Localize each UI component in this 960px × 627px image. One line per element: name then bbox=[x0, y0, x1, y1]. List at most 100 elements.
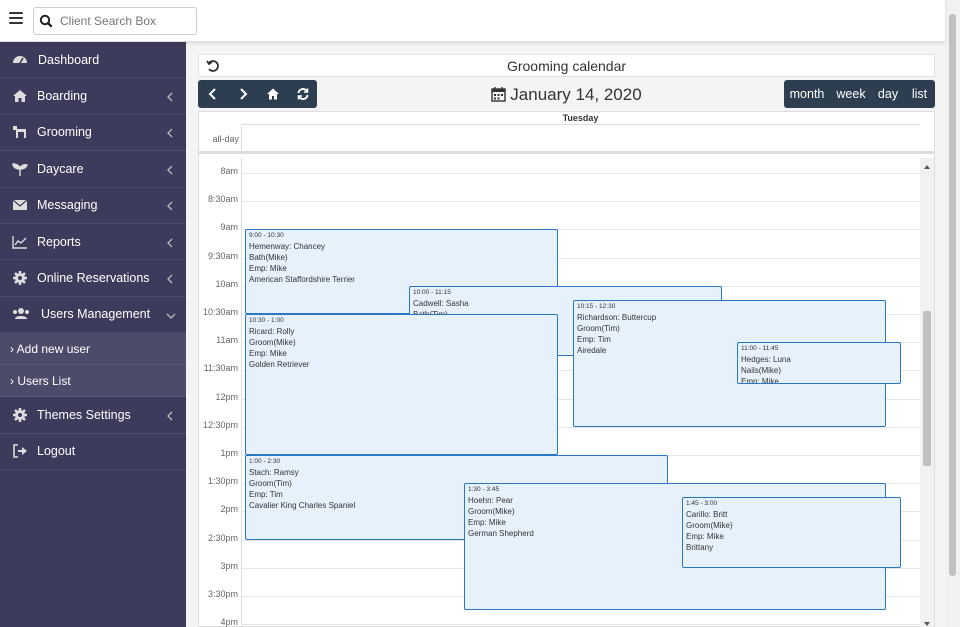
event-detail-line: American Staffordshire Terrier bbox=[249, 275, 355, 285]
client-search-input[interactable] bbox=[60, 11, 194, 31]
time-grid[interactable]: 8am 8:30am 9am 9:30am 10am 10:30am 11am 11:30am… bbox=[199, 158, 934, 627]
view-month-button[interactable]: month bbox=[784, 80, 830, 108]
chevron-left-icon bbox=[166, 410, 174, 421]
sidebar-item-dashboard[interactable]: Dashboard bbox=[0, 42, 186, 79]
home-icon bbox=[12, 88, 28, 104]
event-detail-line: Emp: Mike bbox=[741, 377, 779, 385]
calendar-scrollbar-thumb[interactable] bbox=[923, 311, 931, 466]
event-detail-line: Richardson: Buttercup bbox=[577, 312, 657, 322]
calendar-icon bbox=[491, 86, 506, 102]
sidebar-item-grooming[interactable]: Grooming bbox=[0, 115, 186, 152]
sprout-icon bbox=[12, 161, 28, 177]
page-scrollbar[interactable] bbox=[945, 0, 960, 627]
chevron-left-icon bbox=[166, 237, 174, 248]
sidebar-item-label: Online Reservations bbox=[37, 271, 150, 286]
event-detail-line: Ricard: Rolly bbox=[249, 327, 295, 336]
time-slot-line bbox=[241, 624, 920, 626]
event-detail-line: Hedges: Luna bbox=[741, 355, 791, 365]
sidebar-item-label: Messaging bbox=[37, 198, 98, 213]
scroll-up-arrow-icon[interactable] bbox=[923, 160, 931, 169]
scroll-down-arrow-icon[interactable] bbox=[923, 617, 931, 626]
time-slot-line bbox=[241, 201, 920, 203]
calendar-toolbar: January 14, 2020 month week day list bbox=[198, 80, 935, 110]
page-scrollbar-thumb[interactable] bbox=[949, 14, 956, 576]
time-slot-label: 10am bbox=[215, 278, 238, 289]
sidebar-item-label: Daycare bbox=[37, 161, 84, 176]
top-bar bbox=[0, 0, 945, 42]
users-icon bbox=[12, 306, 29, 322]
sidebar-item-label: Themes Settings bbox=[37, 407, 131, 422]
sidebar-item-reports[interactable]: Reports bbox=[0, 224, 186, 261]
calendar-title-bar: Grooming calendar bbox=[198, 54, 935, 77]
event-time: 10:00 - 11:15 bbox=[413, 288, 451, 296]
allday-label: all-day bbox=[212, 134, 239, 144]
sidebar-subitem-add-new-user[interactable]: › Add new user bbox=[0, 333, 186, 366]
client-search-box[interactable] bbox=[33, 7, 197, 35]
sidebar-item-themes-settings[interactable]: Themes Settings bbox=[0, 397, 186, 434]
event-detail-line: Groom(Tim) bbox=[577, 323, 620, 333]
time-slot-line bbox=[241, 173, 920, 174]
sidebar-item-label: Boarding bbox=[37, 89, 88, 104]
sidebar-item-online-reservations[interactable]: Online Reservations bbox=[0, 260, 186, 297]
event-time: 10:30 - 1:00 bbox=[249, 317, 284, 324]
event-detail-line: Emp: Mike bbox=[686, 532, 724, 542]
time-slot-label: 8:30am bbox=[207, 194, 238, 205]
menu-toggle-icon[interactable] bbox=[9, 12, 23, 26]
event-detail-line: Carillo: Britt bbox=[686, 510, 728, 520]
event-time: 9:00 - 10:30 bbox=[249, 232, 284, 240]
view-day-button[interactable]: day bbox=[872, 80, 904, 108]
time-axis-divider bbox=[241, 158, 242, 627]
event-detail-line: Emp: Mike bbox=[249, 264, 287, 274]
chevron-left-icon bbox=[166, 164, 174, 175]
calendar-view-buttons: month week day list bbox=[784, 80, 935, 108]
sidebar-item-messaging[interactable]: Messaging bbox=[0, 188, 186, 224]
gear-icon bbox=[12, 270, 28, 286]
event-detail-line: Hemenway: Chancey bbox=[249, 242, 326, 252]
chevron-left-icon bbox=[166, 200, 174, 211]
sidebar-item-label: Dashboard bbox=[38, 52, 100, 67]
event-time: 1:00 - 2:30 bbox=[249, 458, 281, 465]
sidebar-subitem-users-list[interactable]: › Users List bbox=[0, 365, 186, 398]
view-week-button[interactable]: week bbox=[830, 80, 872, 108]
calendar-event[interactable]: 11:00 - 11:45 Hedges: Luna Nails(Mike) Emp:… bbox=[737, 342, 901, 385]
gear-icon bbox=[12, 407, 28, 423]
sidebar-item-logout[interactable]: Logout bbox=[0, 434, 186, 470]
calendar-date-text: January 14, 2020 bbox=[510, 85, 642, 104]
chart-icon bbox=[12, 234, 28, 250]
event-detail-line: Brittany bbox=[686, 543, 714, 553]
page-title: Grooming calendar bbox=[506, 58, 627, 74]
sidebar-item-daycare[interactable]: Daycare bbox=[0, 151, 186, 188]
search-icon[interactable] bbox=[34, 8, 58, 34]
time-slot-label: 1pm bbox=[220, 448, 238, 458]
time-slot-label: 10:30am bbox=[202, 307, 238, 317]
sidebar-subitem-label: › Users List bbox=[10, 373, 71, 388]
calendar-scrollbar[interactable] bbox=[920, 158, 934, 627]
event-time: 1:30 - 3:45 bbox=[468, 486, 500, 494]
logout-icon bbox=[12, 443, 28, 459]
time-slot-label: 2:30pm bbox=[207, 532, 238, 543]
chevron-left-icon bbox=[166, 273, 174, 284]
calendar-event[interactable]: 1:45 - 3:00 Carillo: Britt Groom(Mike) Emp:… bbox=[682, 497, 901, 568]
allday-divider bbox=[241, 126, 242, 154]
event-detail-line: Bath(Mike) bbox=[249, 253, 288, 263]
sidebar: Dashboard Boarding Grooming Daycare Mess… bbox=[0, 42, 186, 627]
event-detail-line: Stach: Ramsy bbox=[249, 468, 299, 477]
event-detail-line: Groom(Mike) bbox=[249, 338, 296, 347]
sidebar-item-boarding[interactable]: Boarding bbox=[0, 78, 186, 115]
chevron-left-icon bbox=[166, 127, 174, 138]
event-time: 10:15 - 12:30 bbox=[577, 302, 616, 310]
view-list-button[interactable]: list bbox=[904, 80, 935, 108]
time-slot-label: 2pm bbox=[220, 504, 238, 515]
chevron-down-icon bbox=[166, 309, 176, 320]
allday-row[interactable]: all-day bbox=[199, 126, 934, 154]
event-detail-line: Emp: Mike bbox=[249, 349, 287, 358]
time-slot-label: 11:30am bbox=[203, 363, 238, 374]
sidebar-item-users-management[interactable]: Users Management bbox=[0, 297, 186, 334]
calendar-event[interactable]: 10:30 - 1:00 Ricard: Rolly Groom(Mike) Emp:… bbox=[245, 314, 558, 455]
sidebar-item-label: Reports bbox=[37, 234, 81, 249]
time-slot-label: 1:30pm bbox=[207, 476, 238, 487]
event-detail-line: Nails(Mike) bbox=[741, 366, 781, 376]
calendar-grid: Tuesday all-day 8am 8:30am 9am 9:30am 10am 10… bbox=[198, 111, 935, 627]
envelope-icon bbox=[12, 197, 28, 213]
event-detail-line: Groom(Mike) bbox=[686, 521, 733, 531]
